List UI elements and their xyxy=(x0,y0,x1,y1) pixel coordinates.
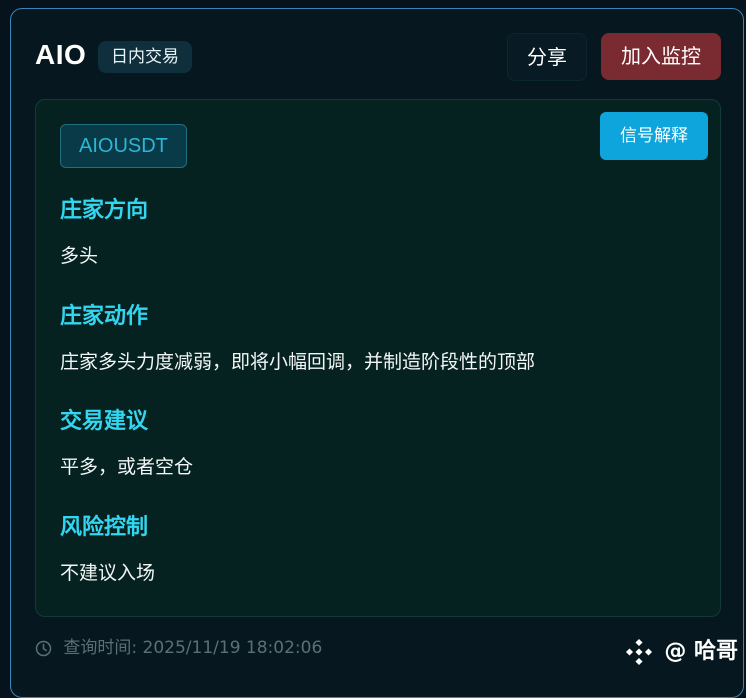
card-header: AIO 日内交易 分享 加入监控 xyxy=(35,33,721,81)
section-title: 风险控制 xyxy=(60,515,149,540)
share-button[interactable]: 分享 xyxy=(507,33,587,81)
section-direction: 庄家方向 多头 xyxy=(60,196,148,270)
section-title: 庄家动作 xyxy=(60,304,149,329)
section-risk: 风险控制 不建议入场 xyxy=(60,513,155,587)
coin-title: AIO xyxy=(35,39,87,70)
section-action: 庄家动作 庄家多头力度减弱，即将小幅回调，并制造阶段性的顶部 xyxy=(60,302,535,376)
section-body: 平多，或者空仓 xyxy=(60,456,194,478)
clock-icon xyxy=(35,640,52,656)
section-body: 庄家多头力度减弱，即将小幅回调，并制造阶段性的顶部 xyxy=(60,351,536,373)
trade-type-badge: 日内交易 xyxy=(98,41,192,73)
section-title: 庄家方向 xyxy=(60,198,149,223)
section-advice: 交易建议 平多，或者空仓 xyxy=(60,407,193,481)
watermark: @ 哈哥 xyxy=(625,636,738,668)
section-body: 不建议入场 xyxy=(60,562,156,584)
signal-card: AIO 日内交易 分享 加入监控 AIOUSDT 信号解释 庄家方向 多头 庄家… xyxy=(10,8,744,698)
watermark-text: @ 哈哥 xyxy=(664,639,738,664)
query-time-text: 查询时间: 2025/11/19 18:02:06 xyxy=(63,638,323,658)
diamond-logo-icon xyxy=(625,638,652,666)
signal-panel: AIOUSDT 信号解释 庄家方向 多头 庄家动作 庄家多头力度减弱，即将小幅回… xyxy=(35,99,721,617)
section-body: 多头 xyxy=(60,245,99,267)
signal-explain-button[interactable]: 信号解释 xyxy=(600,112,708,160)
section-title: 交易建议 xyxy=(60,409,149,434)
symbol-badge: AIOUSDT xyxy=(60,124,187,168)
add-monitor-button[interactable]: 加入监控 xyxy=(601,33,721,80)
query-time: 查询时间: 2025/11/19 18:02:06 xyxy=(35,637,322,659)
